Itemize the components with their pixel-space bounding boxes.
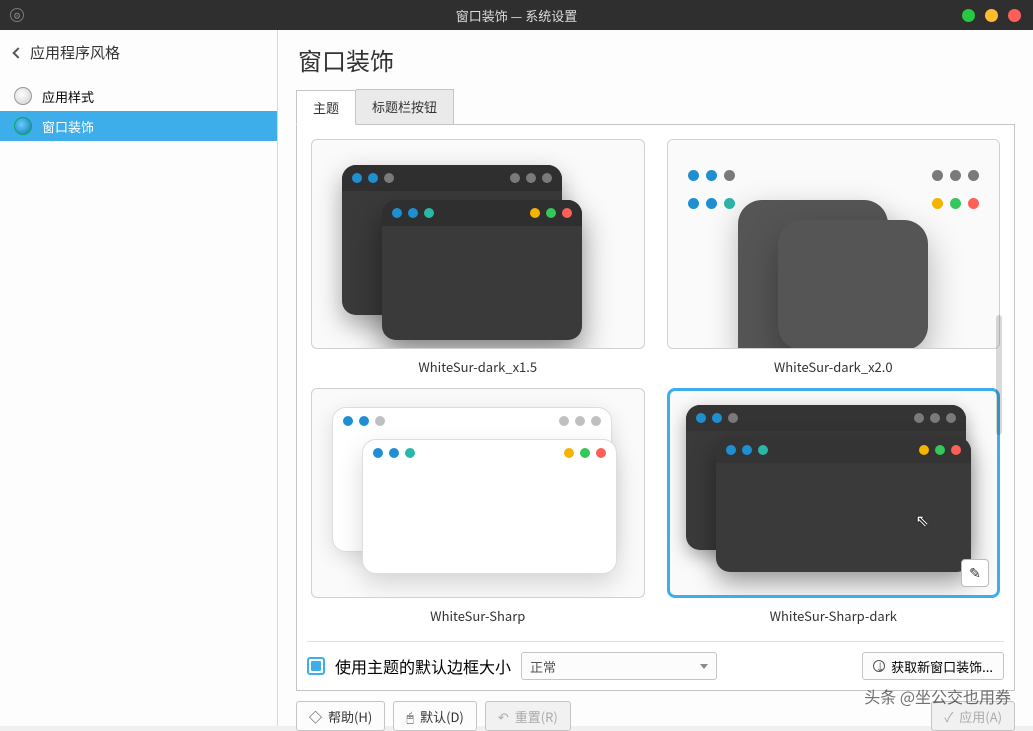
- tab-content: WhiteSur-dark_x1.5 WhiteSur-dark_x2.0: [296, 124, 1015, 691]
- footer: ◇ 帮助(H) 🖰 默认(D) ↶ 重置(R) ✓ 应用(A): [296, 701, 1015, 731]
- border-size-combo[interactable]: 正常: [521, 652, 717, 680]
- pencil-icon: ✎: [969, 563, 981, 583]
- app-style-icon: [14, 87, 32, 105]
- border-option-row: 使用主题的默认边框大小 正常 获取新窗口装饰...: [307, 641, 1004, 680]
- theme-card[interactable]: [311, 388, 645, 598]
- help-icon: ◇: [309, 707, 322, 726]
- window-controls: [962, 9, 1021, 22]
- defaults-icon: 🖰: [406, 707, 414, 726]
- theme-label: WhiteSur-dark_x2.0: [774, 357, 893, 376]
- theme-label: WhiteSur-Sharp-dark: [770, 606, 897, 625]
- tab-theme[interactable]: 主题: [296, 90, 356, 125]
- chevron-left-icon: [12, 47, 23, 58]
- main-panel: 窗口装饰 主题 标题栏按钮 WhiteSur-dark_x1.5: [278, 30, 1033, 726]
- maximize-button[interactable]: [985, 9, 998, 22]
- check-icon: ✓: [944, 707, 953, 726]
- sidebar-item-label: 应用样式: [42, 87, 94, 106]
- close-button[interactable]: [1008, 9, 1021, 22]
- theme-card[interactable]: [311, 139, 645, 349]
- window-decoration-icon: [14, 117, 32, 135]
- sidebar: 应用程序风格 应用样式 窗口装饰: [0, 30, 278, 726]
- minimize-button[interactable]: [962, 9, 975, 22]
- use-theme-border-checkbox[interactable]: [307, 657, 325, 675]
- back-label: 应用程序风格: [30, 42, 120, 63]
- use-theme-border-label: 使用主题的默认边框大小: [335, 654, 511, 678]
- sidebar-item-app-style[interactable]: 应用样式: [0, 81, 277, 111]
- reset-button: ↶ 重置(R): [485, 701, 571, 731]
- titlebar: ⚙ 窗口装饰 — 系统设置: [0, 0, 1033, 30]
- apply-button: ✓ 应用(A): [931, 701, 1015, 731]
- theme-scroll[interactable]: WhiteSur-dark_x1.5 WhiteSur-dark_x2.0: [307, 135, 1004, 635]
- sidebar-item-label: 窗口装饰: [42, 117, 94, 136]
- help-button[interactable]: ◇ 帮助(H): [296, 701, 385, 731]
- get-new-decorations-button[interactable]: 获取新窗口装饰...: [862, 652, 1004, 680]
- theme-card-selected[interactable]: ⇖ ✎: [667, 388, 1001, 598]
- defaults-button[interactable]: 🖰 默认(D): [393, 701, 477, 731]
- back-button[interactable]: 应用程序风格: [0, 30, 277, 75]
- theme-label: WhiteSur-dark_x1.5: [418, 357, 537, 376]
- theme-label: WhiteSur-Sharp: [430, 606, 525, 625]
- app-icon: ⚙: [10, 8, 24, 22]
- window-title: 窗口装饰 — 系统设置: [456, 6, 577, 25]
- undo-icon: ↶: [498, 707, 509, 726]
- tabbar: 主题 标题栏按钮: [296, 89, 1015, 124]
- download-icon: [873, 660, 885, 672]
- sidebar-item-window-decoration[interactable]: 窗口装饰: [0, 111, 277, 141]
- border-size-value: 正常: [530, 657, 556, 676]
- theme-card[interactable]: [667, 139, 1001, 349]
- cursor-icon: ⇖: [916, 507, 929, 531]
- edit-theme-button[interactable]: ✎: [961, 559, 989, 587]
- tab-titlebar-buttons[interactable]: 标题栏按钮: [356, 89, 454, 124]
- scrollbar[interactable]: [996, 315, 1002, 435]
- get-new-label: 获取新窗口装饰...: [891, 657, 993, 676]
- page-title: 窗口装饰: [298, 42, 1015, 77]
